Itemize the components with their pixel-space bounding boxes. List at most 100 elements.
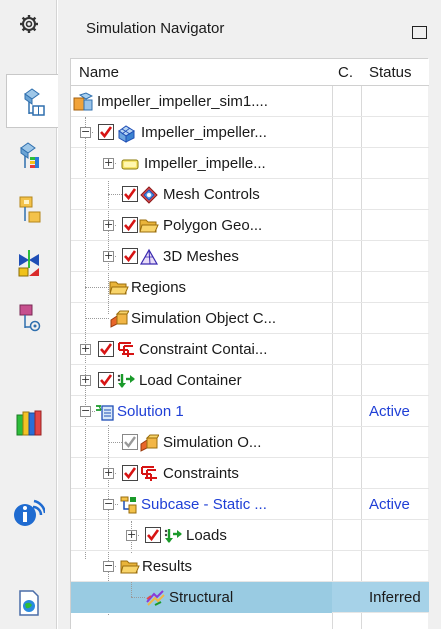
tree-row-empty [71,613,429,629]
expand-icon[interactable]: + [80,374,91,386]
load-icon [117,374,135,388]
tree-row-results[interactable]: − Results [71,551,429,582]
collapse-icon[interactable]: − [103,498,114,510]
folder-open-icon [120,560,140,574]
tree-row-sim-file[interactable]: Impeller_impeller_sim1.... [71,86,429,117]
tree-row-label: Impeller_impeller... [141,124,267,141]
tree-row-status [361,520,429,551]
checkbox-checked-disabled-icon[interactable] [122,434,138,450]
mesh-controls-icon [140,186,158,204]
expand-icon[interactable]: + [103,467,114,479]
checkbox-checked-icon[interactable] [98,341,114,357]
folder-open-icon [139,219,159,233]
gear-icon[interactable] [0,6,57,42]
tree-table: Name C. Status Impeller_impeller_sim1...… [70,58,429,629]
tree-row-label: Mesh Controls [163,186,260,203]
collapse-icon[interactable]: − [80,126,91,138]
tree-row-status [361,365,429,396]
constraint-icon [141,466,157,481]
tree-row-label: Load Container [139,372,242,389]
load-icon [164,529,182,543]
table-header: Name C. Status [71,59,429,86]
checkbox-checked-icon[interactable] [122,465,138,481]
tree-row-status [361,303,429,334]
reuse-library-icon[interactable] [4,290,54,344]
tree-row-load-container[interactable]: + Load Container [71,365,429,396]
tree-row-fem-file[interactable]: − Impeller_impeller... [71,117,429,148]
fem-mesh-icon [118,125,135,143]
expand-icon[interactable]: + [103,219,114,231]
tree-row-polygon-body[interactable]: + Impeller_impelle... [71,148,429,179]
tree-row-solution-1[interactable]: − Solution 1 Active [71,396,429,427]
tree-row-status [361,210,429,241]
resource-bar [0,0,58,629]
column-header-c[interactable]: C. [332,59,361,86]
folder-open-icon [109,281,129,295]
tree-row-loads[interactable]: + Loads [71,520,429,551]
tree-row-status [361,427,429,458]
expand-icon[interactable]: + [103,157,114,169]
tree-row-label: Constraint Contai... [139,341,268,358]
tree-row-label: Regions [131,279,187,296]
tree-row-constraint-container[interactable]: + Constraint Contai... [71,334,429,365]
expand-icon[interactable]: + [126,529,137,541]
tree-row-regions[interactable]: Regions [71,272,429,303]
tree-row-label: 3D Meshes [163,248,239,265]
tree-row-status [361,241,429,272]
tree-row-label: Loads [186,527,227,544]
tree-row-subcase-static[interactable]: − Subcase - Static ... Active [71,489,429,520]
maximize-icon[interactable] [412,26,427,39]
tree-row-polygon-geometry[interactable]: + Polygon Geo... [71,210,429,241]
tree-row-simulation-object-container[interactable]: Simulation Object C... [71,303,429,334]
checkbox-checked-icon[interactable] [122,217,138,233]
sim-file-icon [73,92,93,111]
column-header-status[interactable]: Status [361,59,429,86]
tree-row-status [361,551,429,582]
expand-icon[interactable]: + [80,343,91,355]
structural-result-icon [146,590,165,606]
tree-row-simulation-objects[interactable]: Simulation O... [71,427,429,458]
part-body-icon [121,159,139,170]
assembly-navigator-icon[interactable] [4,182,54,236]
simulation-object-icon [110,310,129,328]
hd3d-tools-icon[interactable] [4,396,54,450]
tree-row-label: Subcase - Static ... [141,496,267,513]
checkbox-checked-icon[interactable] [145,527,161,543]
web-browser-icon[interactable] [4,576,54,629]
tree-row-status [361,179,429,210]
tree-row-label: Simulation O... [163,434,262,451]
tree-row-structural[interactable]: Structural Inferred [71,582,429,613]
tree-row-label: Impeller_impelle... [144,155,266,172]
tree-row-label: Polygon Geo... [163,217,263,234]
constraint-navigator-icon[interactable] [4,236,54,290]
panel-title: Simulation Navigator [86,20,225,37]
tree-row-label: Solution 1 [117,403,184,420]
constraint-icon [118,342,134,357]
tree-row-mesh-controls[interactable]: Mesh Controls [71,179,429,210]
simulation-object-icon [140,434,159,452]
column-header-name[interactable]: Name [71,59,332,86]
tree-row-status [361,117,429,148]
tree-row-3d-meshes[interactable]: + 3D Meshes [71,241,429,272]
simulation-navigator-tab-icon[interactable] [6,74,58,128]
subcase-icon [120,496,137,514]
tree-row-status [361,86,429,117]
checkbox-checked-icon[interactable] [98,124,114,140]
tree-row-label: Simulation Object C... [131,310,277,327]
tree-row-label: Structural [169,589,234,606]
collapse-icon[interactable]: − [80,405,91,417]
tree-row-label: Results [142,558,193,575]
tree-row-status [361,148,429,179]
tree-row-status: Active [369,496,410,513]
checkbox-checked-icon[interactable] [122,186,138,202]
collapse-icon[interactable]: − [103,560,114,572]
solution-icon [96,405,114,421]
tree-row-constraints[interactable]: + Constraints [71,458,429,489]
checkbox-checked-icon[interactable] [98,372,114,388]
tree-row-label: Impeller_impeller_sim1.... [97,93,268,110]
checkbox-checked-icon[interactable] [122,248,138,264]
roles-icon[interactable] [4,486,54,540]
part-navigator-icon[interactable] [4,128,54,182]
expand-icon[interactable]: + [103,250,114,262]
tree-row-status: Inferred [369,589,421,606]
